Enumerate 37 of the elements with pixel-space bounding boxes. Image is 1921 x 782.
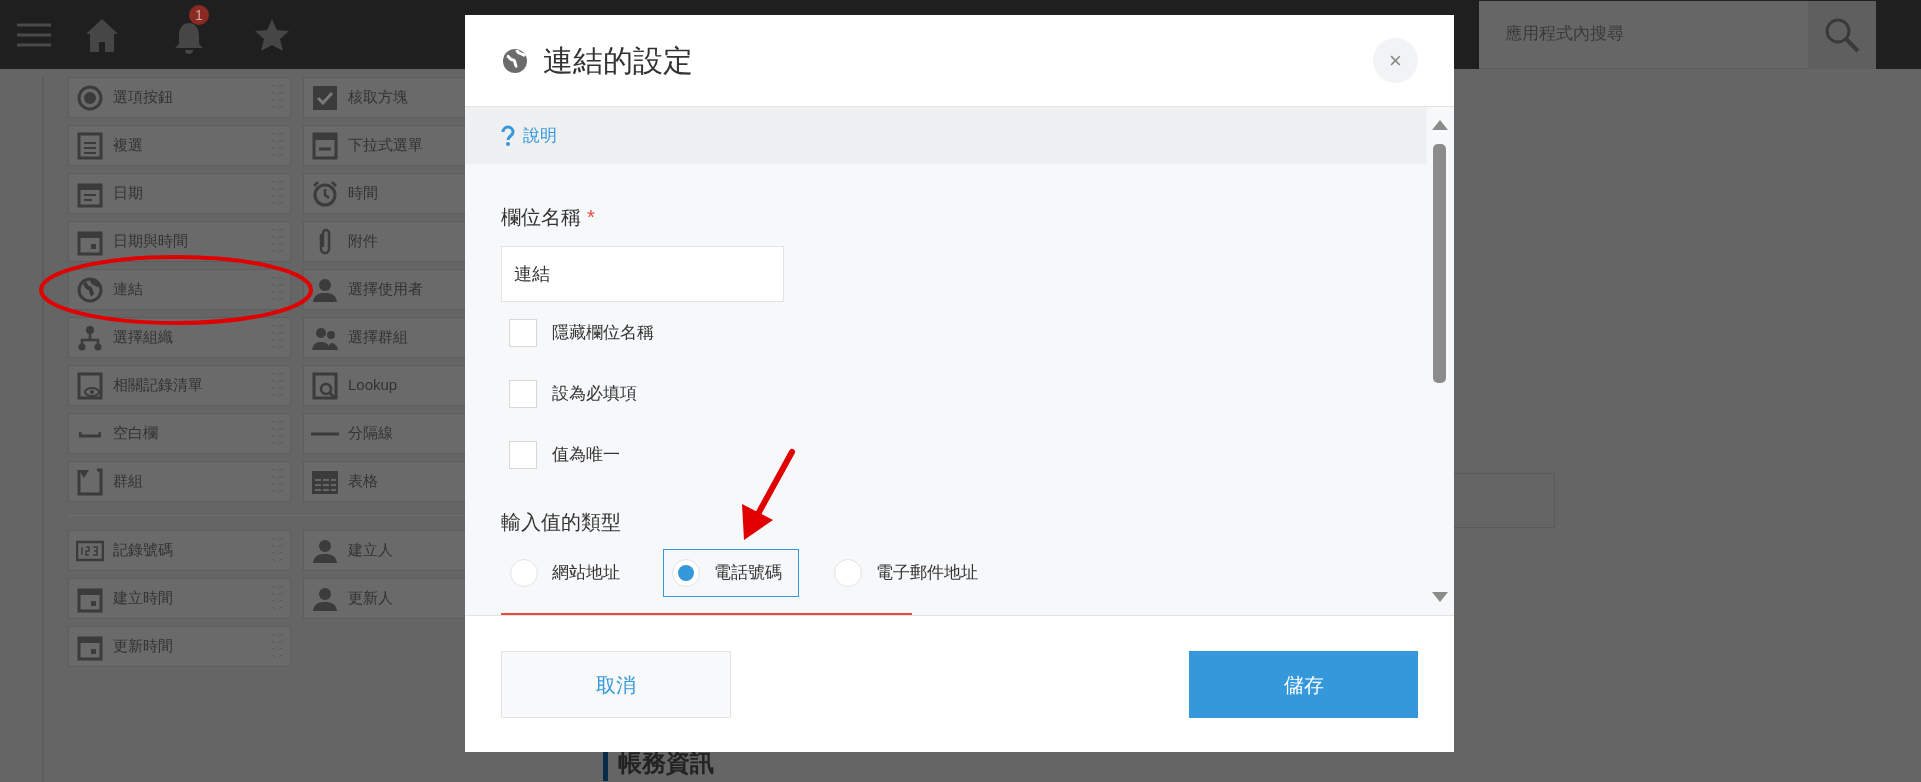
search-button[interactable] xyxy=(1808,0,1876,69)
magnifier-window-icon xyxy=(311,371,339,400)
radio-option[interactable]: 電子郵件地址 xyxy=(825,549,995,597)
notification-badge: 1 xyxy=(189,4,209,25)
checkbox[interactable] xyxy=(509,379,537,408)
globe-icon xyxy=(501,46,529,75)
help-icon xyxy=(501,124,515,147)
scroll-up-arrow-icon[interactable] xyxy=(1432,120,1448,130)
checkbox-icon xyxy=(311,83,339,112)
home-icon[interactable] xyxy=(86,17,118,52)
eye-window-icon xyxy=(76,371,104,400)
checkbox[interactable] xyxy=(509,440,537,469)
scroll-down-arrow-icon[interactable] xyxy=(1432,592,1448,602)
search-icon xyxy=(1824,16,1860,53)
radio-icon xyxy=(76,83,104,112)
bell-icon[interactable] xyxy=(173,22,205,55)
checkbox-label: 設為必填項 xyxy=(552,382,637,405)
organization-icon xyxy=(76,323,104,352)
star-icon[interactable] xyxy=(255,17,289,52)
help-link[interactable]: 說明 xyxy=(523,122,557,149)
required-mark: * xyxy=(587,205,595,230)
list-icon xyxy=(76,131,104,160)
blank-space-icon xyxy=(79,429,101,438)
globe-icon xyxy=(76,275,104,304)
checkbox-label: 值為唯一 xyxy=(552,443,620,466)
checkbox[interactable] xyxy=(509,318,537,347)
radio-option[interactable]: 電話號碼 xyxy=(663,549,799,597)
close-button[interactable]: × xyxy=(1373,38,1418,83)
dialog-title: 連結的設定 xyxy=(543,43,693,79)
save-button[interactable]: 儲存 xyxy=(1189,651,1418,718)
dropdown-icon xyxy=(311,131,339,160)
checkbox-label: 隱藏欄位名稱 xyxy=(552,321,654,344)
alarm-clock-icon xyxy=(311,179,339,208)
horizontal-line-icon xyxy=(311,431,339,436)
group-box-icon xyxy=(76,467,104,496)
cancel-button[interactable]: 取消 xyxy=(501,651,731,718)
field-name-input[interactable]: 連結 xyxy=(501,246,784,302)
